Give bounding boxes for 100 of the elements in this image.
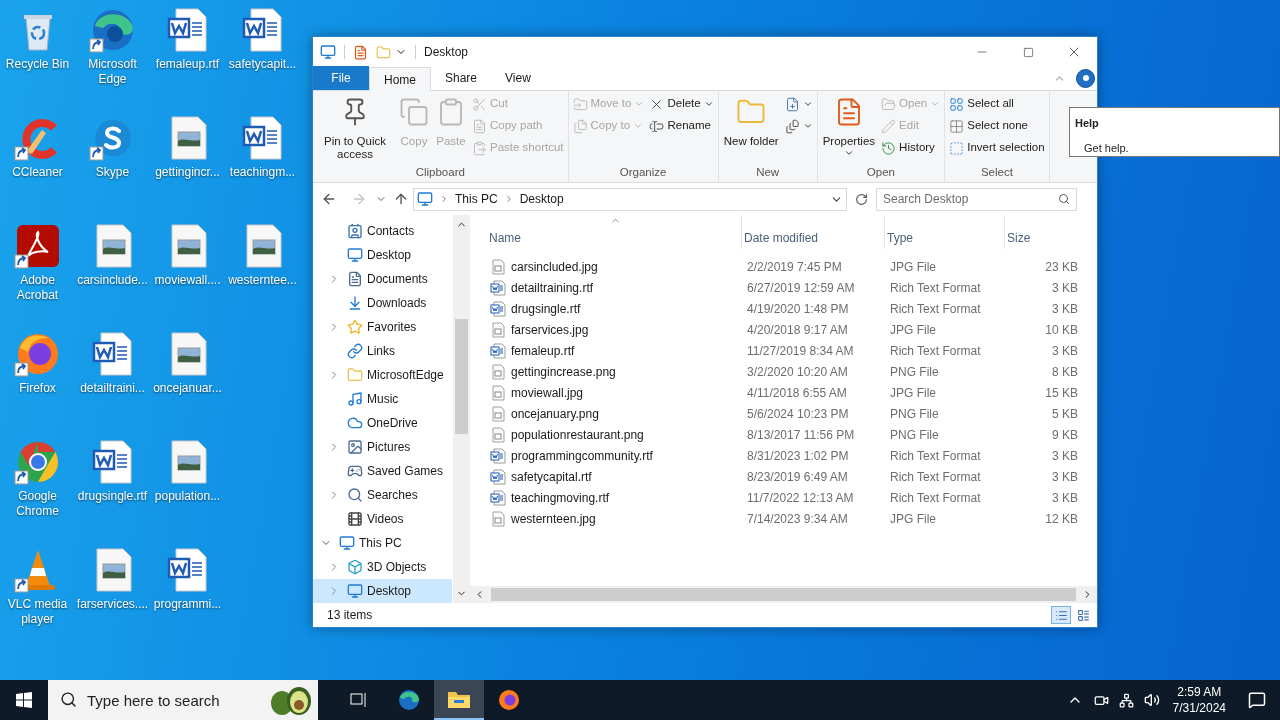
back-icon[interactable] [321,191,337,207]
nav-item[interactable]: Downloads [313,291,452,315]
file-row[interactable]: populationrestaurant.png 8/13/2017 11:56 PM PNG File 9 KB [487,424,1097,445]
grid-icon [949,96,965,112]
ribbon-button[interactable]: Properties [819,93,879,158]
type-cell-text: Rich Text Format [889,468,982,486]
size-cell-text: 3 KB [1051,447,1079,465]
date-cell-text: 8/13/2017 11:56 PM [746,426,856,444]
file-name: teachingmoving.rtf [511,489,610,507]
type-cell-text: JPG File [889,258,937,276]
document-icon [490,468,506,485]
new-file-icon [784,96,800,112]
file-row[interactable]: moviewall.jpg 4/11/2018 6:55 AM JPG File 15 KB [487,382,1097,403]
cube-icon [347,559,363,575]
properties-icon[interactable] [353,44,368,60]
ribbon-button[interactable]: Pin to Quick access [315,93,395,161]
clipboard-icon [472,140,487,156]
details-view-button[interactable] [1051,606,1071,624]
ribbon-button[interactable]: Delete [647,93,716,115]
breadcrumb[interactable]: Desktop [519,190,564,208]
file-row[interactable]: carsincluded.jpg 2/2/2019 7:45 PM JPG File 23 KB [487,256,1097,277]
notifications-icon[interactable] [1248,691,1266,709]
document-icon [490,300,506,317]
volume-icon[interactable] [1143,692,1160,708]
size-cell-text: 3 KB [1051,279,1079,297]
nav-item[interactable]: 3D Objects [313,555,452,579]
nav-item[interactable]: Saved Games [313,459,452,483]
size-cell-text: 8 KB [1051,363,1079,381]
windows-logo-icon [16,692,32,708]
type-cell-text: Rich Text Format [889,279,982,297]
ribbon-tab[interactable]: View [491,66,545,90]
nav-item[interactable]: Favorites [313,315,452,339]
column-header[interactable]: Type [885,215,1005,249]
column-header[interactable]: Size [1005,215,1082,249]
file-row[interactable]: drugsingle.rtf 4/19/2020 1:48 PM Rich Text Format 3 KB [487,298,1097,319]
copy-icon [399,97,429,127]
nav-item[interactable]: Pictures [313,435,452,459]
refresh-icon[interactable] [855,192,868,206]
size-cell-text: 23 KB [1044,258,1079,276]
date-cell-text: 4/19/2020 1:48 PM [746,300,850,318]
scrollbar-thumb[interactable] [455,319,468,434]
nav-item[interactable]: OneDrive [313,411,452,435]
monitor-icon [347,583,363,599]
computer-icon[interactable] [320,44,336,60]
vertical-scrollbar[interactable] [453,215,470,603]
browser-icon [497,688,521,712]
star-icon [347,319,363,335]
date-cell-text: 11/7/2022 12:13 AM [746,489,855,507]
caret-icon [634,99,645,109]
type-cell-text: Rich Text Format [889,489,982,507]
file-row[interactable]: gettingincrease.png 3/2/2020 10:20 AM PNG File 8 KB [487,361,1097,382]
ribbon-tab[interactable]: Share [431,66,492,90]
caret-icon [802,99,813,109]
file-row[interactable]: programmingcommunity.rtf 8/31/2023 1:02 PM Rich Text Format 3 KB [487,445,1097,466]
file-explorer-taskbar-button[interactable] [434,680,484,720]
nav-item[interactable]: Documents [313,267,452,291]
scrollbar-thumb[interactable] [491,588,1076,601]
ribbon-button[interactable]: New folder [720,93,782,148]
search-field[interactable]: Search Desktop [876,187,1077,211]
file-row[interactable]: safetycapital.rtf 8/23/2019 6:49 AM Rich Text Format 3 KB [487,466,1097,487]
ribbon-button[interactable]: Invert selection [947,137,1047,159]
ribbon-button[interactable]: Select none [947,115,1047,137]
nav-item[interactable]: Music [313,387,452,411]
nav-item[interactable]: Desktop [313,579,452,603]
file-row[interactable]: farservices.jpg 4/20/2018 9:17 AM JPG File 10 KB [487,319,1097,340]
file-row[interactable]: westernteen.jpg 7/14/2023 9:34 AM JPG File 12 KB [487,508,1097,529]
file-row[interactable]: oncejanuary.png 5/6/2024 10:23 PM PNG File 5 KB [487,403,1097,424]
chevron-right-icon[interactable] [439,194,449,204]
scissors-icon [472,96,487,112]
ribbon-button[interactable]: History [879,137,943,159]
search-icon [1058,192,1070,205]
network-icon[interactable] [1118,692,1134,708]
address-bar[interactable]: This PC Desktop [413,187,847,211]
nav-item[interactable]: Contacts [313,219,452,243]
nav-item[interactable]: Searches [313,483,452,507]
horizontal-scrollbar[interactable] [470,586,1097,603]
file-row[interactable]: femaleup.rtf 11/27/2019 8:34 AM Rich Text Format 3 KB [487,340,1097,361]
file-name: carsincluded.jpg [511,258,598,276]
group-label: Organize [618,165,668,180]
clock[interactable]: 2:59 AM 7/31/2024 [1164,684,1234,716]
column-header[interactable]: Name [487,215,742,249]
file-row[interactable]: teachingmoving.rtf 11/7/2022 12:13 AM Rich Text Format 3 KB [487,487,1097,508]
nav-item[interactable]: Links [313,339,452,363]
ribbon-tab[interactable]: Home [369,67,431,91]
nav-item[interactable]: MicrosoftEdge [313,363,452,387]
ribbon-button[interactable]: Select all [947,93,1047,115]
nav-item[interactable]: Desktop [313,243,452,267]
ribbon-button[interactable]: Rename [647,115,716,137]
nav-item[interactable]: Videos [313,507,452,531]
taskbar-search-field[interactable]: Type here to search [48,680,318,720]
date-cell-text: 7/14/2023 9:34 AM [746,510,849,528]
help-icon[interactable] [1076,68,1095,88]
up-icon[interactable] [393,191,409,207]
column-header[interactable]: Date modified [742,215,885,249]
file-tab[interactable]: File [313,66,369,90]
nav-item[interactable]: This PC [313,531,452,555]
music-note-icon [347,391,363,407]
file-row[interactable]: detailtraining.rtf 6/27/2019 12:59 AM Rich Text Format 3 KB [487,277,1097,298]
breadcrumb[interactable]: This PC [455,190,498,208]
open-folder-icon [881,96,897,112]
